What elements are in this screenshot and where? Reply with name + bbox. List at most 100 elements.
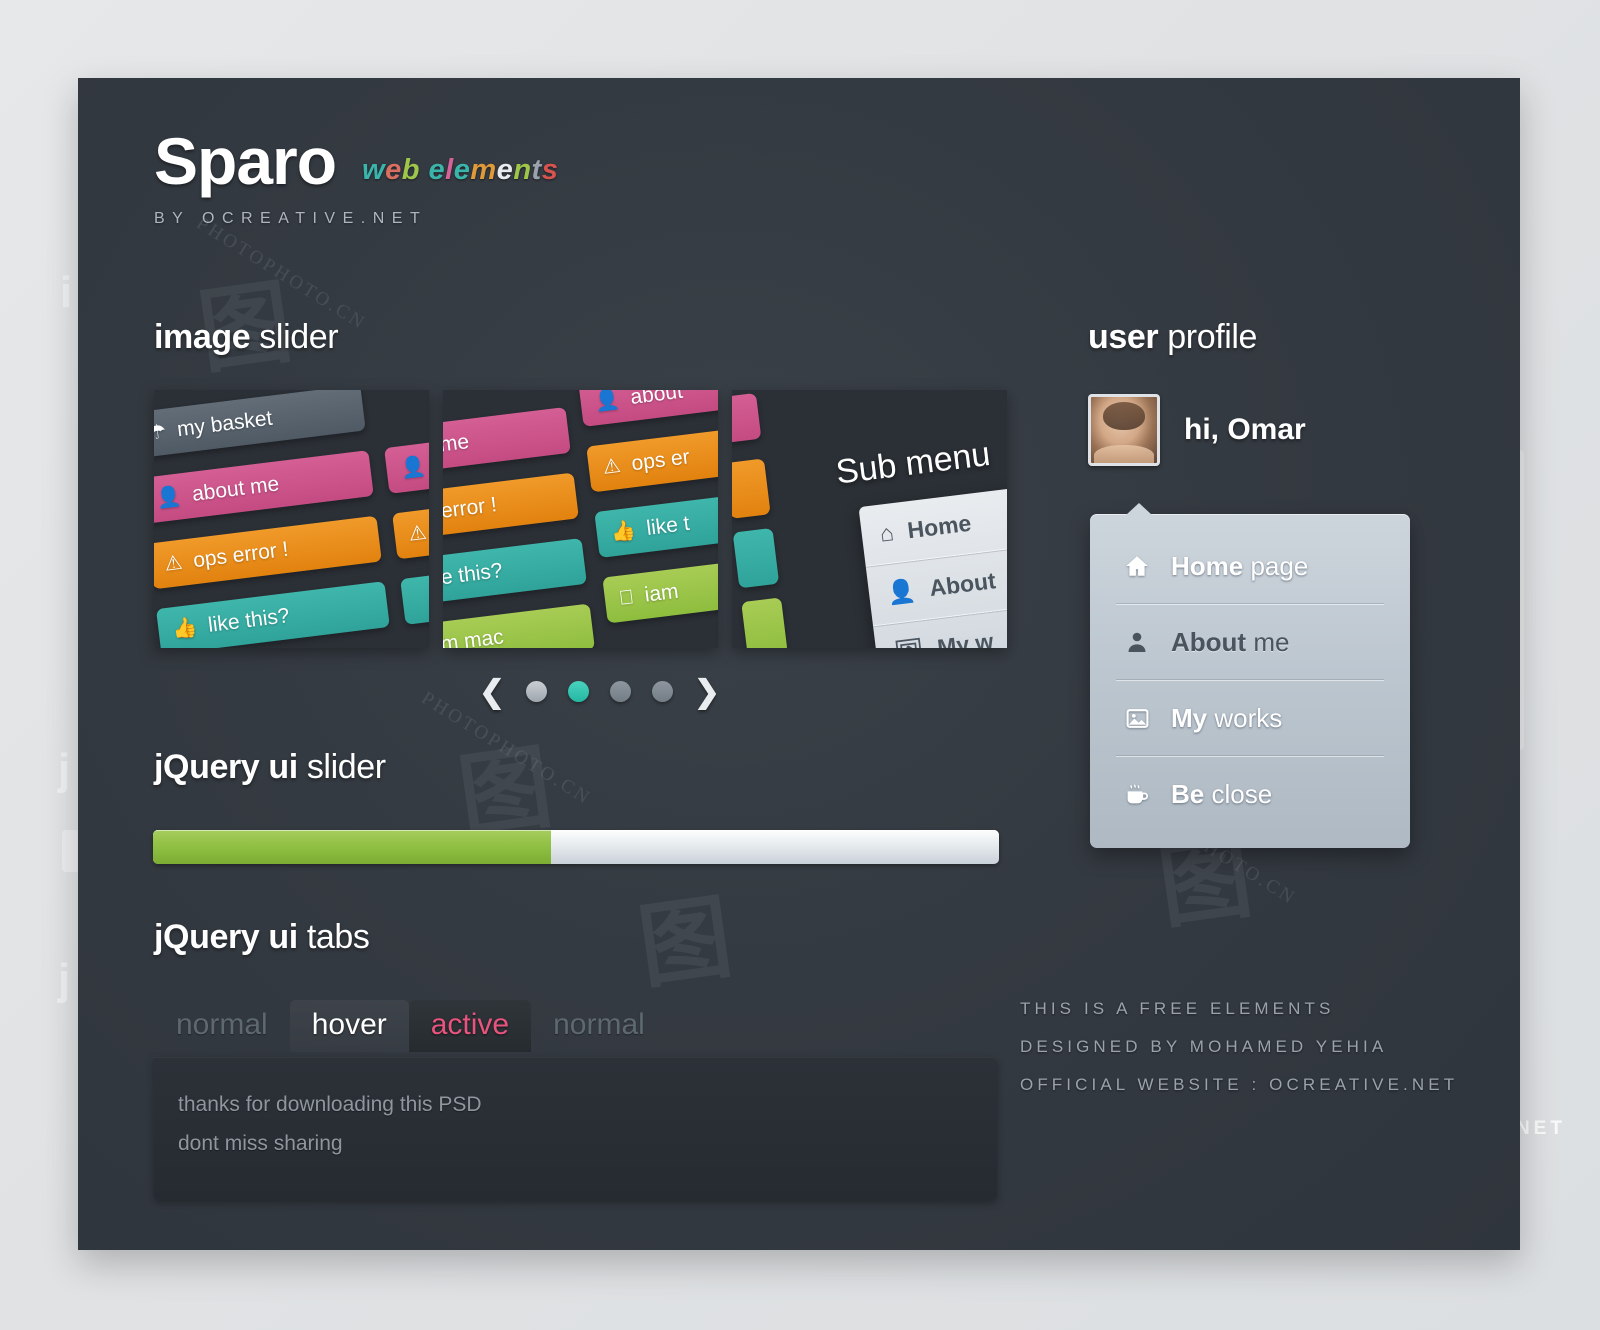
tagline-letter-6: e	[453, 154, 471, 186]
heading-bold: jQuery ui	[154, 748, 298, 786]
tagline-letter-2: b	[401, 154, 420, 186]
tabs-panel-line-1: thanks for downloading this PSD	[178, 1093, 482, 1116]
slide-button-label: my basket	[175, 406, 274, 442]
logo-row: Sparo web elements	[154, 128, 558, 194]
slider-navigation: ❮ ❯	[479, 676, 720, 707]
jquery-slider-track[interactable]	[153, 830, 999, 864]
slider-dot-3[interactable]	[609, 681, 631, 702]
slide-button-label: out me	[443, 430, 471, 461]
menu-item-label: About me	[1171, 627, 1289, 658]
menu-label-light: works	[1207, 702, 1283, 733]
slider-next-arrow[interactable]: ❯	[694, 676, 720, 707]
watermark-cn-4: 图	[632, 886, 738, 1000]
tabs-row: normal hover active normal	[154, 1000, 667, 1052]
tagline-letter-3	[420, 154, 429, 186]
tab-active[interactable]: active	[408, 1000, 532, 1052]
slide-button-label: ops error !	[191, 537, 290, 573]
tab-hover[interactable]: hover	[289, 1000, 409, 1052]
image-icon: 🖼	[893, 636, 925, 648]
menu-label-bold: About	[1171, 626, 1247, 657]
tab-normal-2[interactable]: normal	[531, 1000, 667, 1052]
tagline-letter-0: w	[362, 154, 386, 186]
slider-dot-4[interactable]	[651, 681, 673, 702]
slide-side-button-2: ⚠	[392, 496, 429, 560]
profile-greeting: hi, Omar	[1184, 413, 1306, 446]
menu-label-bold: Home	[1171, 550, 1244, 581]
menu-item-home-page[interactable]: Home page	[1090, 528, 1410, 604]
user-icon: 👤	[399, 455, 427, 481]
menu-item-label: My works	[1171, 703, 1282, 734]
submenu-item-label: My w	[935, 627, 995, 648]
slide-2[interactable]: out me ps error ! like this? am mac 👤 abo…	[443, 390, 718, 648]
tagline-letter-4: e	[428, 154, 446, 186]
menu-label-bold: My	[1171, 702, 1208, 733]
slide-button-label: about	[629, 390, 685, 409]
slide3-edge-4	[741, 597, 788, 648]
user-profile-heading: user profile	[1088, 318, 1257, 357]
slide-3[interactable]: Sub menu ⌂ Home 👤 About 🖼 My w	[732, 390, 1007, 648]
credit-line-3: OFFICIAL WEBSITE : OCREATIVE.NET	[1020, 1075, 1459, 1094]
menu-label-bold: Be	[1171, 778, 1205, 809]
menu-item-my-works[interactable]: My works	[1090, 680, 1410, 756]
basket-icon: ☂	[154, 420, 168, 445]
ghost-artifact-4: j	[58, 955, 71, 1004]
heading-bold: jQuery ui	[154, 918, 298, 956]
avatar[interactable]	[1088, 394, 1160, 466]
brand-byline: BY OCREATIVE.NET	[154, 210, 428, 227]
ghost-artifact-1: i	[60, 268, 73, 317]
slide-button-ops-error: ⚠ ops error !	[154, 515, 382, 590]
slide-button-label: ps error !	[443, 493, 499, 526]
menu-item-about-me[interactable]: About me	[1090, 604, 1410, 680]
credits-block: THIS IS A FREE ELEMENTS DESIGNED BY MOHA…	[1020, 990, 1458, 1104]
home-icon: ⌂	[878, 519, 896, 547]
slide-button-label: like this?	[443, 558, 504, 592]
tagline-letter-9: n	[513, 154, 532, 186]
coffee-icon	[1120, 782, 1154, 807]
apple-icon: 	[618, 586, 636, 610]
jquery-slider-fill	[153, 830, 551, 864]
warning-icon: ⚠	[163, 551, 184, 576]
menu-label-light: me	[1246, 626, 1290, 657]
slide3-edge-1	[732, 392, 762, 444]
tab-normal-1[interactable]: normal	[154, 1000, 290, 1052]
slide-button-label: like this?	[206, 604, 291, 637]
user-icon: 👤	[885, 577, 918, 607]
slide-button-like-this: 👍 like this?	[155, 581, 390, 648]
profile-dropdown-menu: Home page About me My works Be close	[1090, 503, 1410, 848]
slider-prev-arrow[interactable]: ❮	[479, 676, 505, 707]
slide-button-about-me: 👤 about me	[154, 450, 374, 524]
slide2-right-button-2: ⚠ ops er	[586, 422, 718, 493]
profile-user-row[interactable]: hi, Omar	[1088, 394, 1306, 466]
page-canvas: i j j E.NET 图 PHOTOPHOTO.CN 图 PHOTOPHOTO…	[0, 0, 1600, 1330]
slide2-left-button-4: am mac	[443, 603, 595, 648]
slider-dot-2[interactable]	[567, 681, 589, 702]
home-icon	[1120, 553, 1154, 579]
user-icon	[1120, 629, 1154, 655]
menu-label-light: close	[1204, 778, 1273, 809]
slide2-left-button-1: out me	[443, 407, 571, 475]
heading-light: profile	[1158, 318, 1258, 356]
credit-line-1: THIS IS A FREE ELEMENTS	[1020, 999, 1335, 1018]
jquery-slider-heading: jQuery ui slider	[154, 748, 386, 787]
tabs-panel-line-2: dont miss sharing	[178, 1132, 343, 1155]
slider-strip: ☂ my basket 👤 about me ⚠ ops error ! 👍 like …	[154, 390, 1008, 648]
slide-button-my-basket: ☂ my basket	[154, 390, 366, 459]
tagline-letter-7: m	[470, 154, 497, 186]
heading-light: slider	[297, 748, 386, 786]
tagline-letter-8: e	[496, 154, 514, 186]
user-icon: 👤	[593, 390, 621, 414]
warning-icon: ⚠	[407, 521, 428, 546]
ghost-artifact-2: j	[58, 745, 71, 794]
heading-light: tabs	[297, 918, 370, 956]
slide3-edge-2	[732, 458, 771, 519]
slide2-right-button-3: 👍 like t	[594, 487, 718, 558]
submenu-item-label: Home	[906, 509, 973, 544]
slider-dot-1[interactable]	[525, 681, 547, 702]
credit-line-2: DESIGNED BY MOHAMED YEHIA	[1020, 1037, 1388, 1056]
submenu-card: ⌂ Home 👤 About 🖼 My w	[858, 476, 1007, 648]
tagline-letter-5: l	[445, 154, 454, 186]
menu-item-be-close[interactable]: Be close	[1090, 756, 1410, 832]
slide-button-label: ops er	[630, 445, 691, 476]
slide-1[interactable]: ☂ my basket 👤 about me ⚠ ops error ! 👍 like …	[154, 390, 429, 648]
brand-header: Sparo web elements BY OCREATIVE.NET	[154, 128, 558, 228]
